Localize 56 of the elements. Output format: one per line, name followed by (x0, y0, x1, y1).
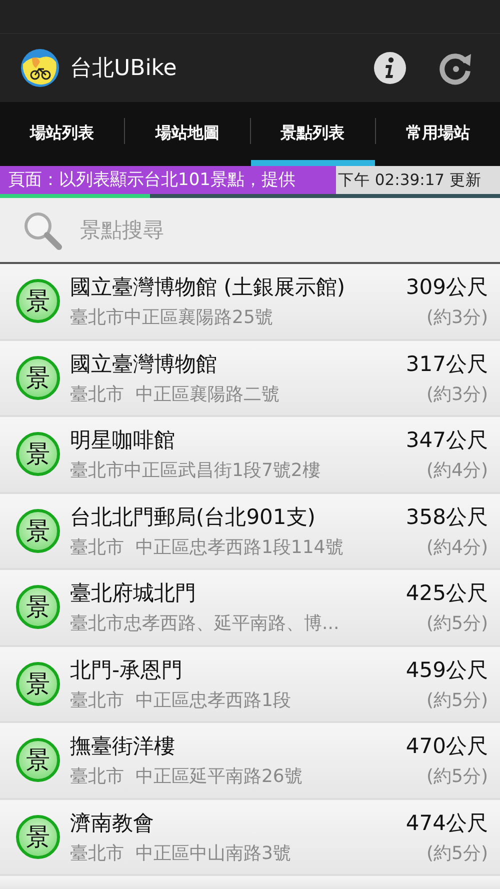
spot-name: 北門-承恩門 (70, 656, 184, 684)
spot-badge: 景 (16, 585, 60, 630)
info-icon (373, 51, 407, 85)
walk-time: (約3分) (426, 382, 488, 406)
walk-time: (約5分) (426, 688, 488, 712)
walk-time: (約5分) (426, 765, 488, 788)
spot-address: 臺北市中正區襄陽路25號 (70, 306, 274, 330)
spot-name: 台北北門郵局(台北901支) (70, 504, 316, 531)
spot-address: 臺北市 中正區中山南路3號 (70, 842, 292, 865)
spot-address: 臺北市 中正區忠孝西路1段 (70, 688, 292, 712)
spot-badge: 景 (16, 814, 60, 859)
walk-time: (約3分) (426, 306, 488, 330)
spot-row[interactable]: 景 台北北門郵局(台北901支) 358公尺 臺北市 中正區忠孝西路1段114號 (約4分) (0, 494, 500, 570)
spot-badge: 景 (16, 356, 60, 400)
spot-row[interactable]: 景 濟南教會 474公尺 臺北市 中正區中山南路3號 (約5分) (0, 800, 500, 876)
ticker-message: 頁面：以列表顯示台北101景點，提供 (0, 166, 336, 194)
app-title: 台北UBike (70, 55, 178, 83)
spot-name: 明星咖啡館 (70, 427, 176, 454)
search-icon (22, 210, 62, 250)
spot-distance: 425公尺 (406, 580, 488, 608)
spot-distance: 474公尺 (406, 810, 488, 837)
update-time: 下午 02:39:17 更新 (336, 166, 500, 194)
spot-address: 臺北市 中正區忠孝西路1段114號 (70, 536, 344, 559)
refresh-icon (439, 51, 473, 85)
spot-name: 國立臺灣博物館 (70, 350, 218, 378)
spot-distance: 317公尺 (406, 350, 488, 378)
walk-time: (約5分) (426, 842, 488, 865)
walk-time: (約4分) (426, 536, 488, 559)
spot-row[interactable]: 景 國立臺灣博物館 317公尺 臺北市 中正區襄陽路二號 (約3分) (0, 340, 500, 417)
spot-badge: 景 (16, 662, 60, 706)
spot-address: 臺北市中正區武昌街1段7號2樓 (70, 459, 322, 482)
spot-name: 臺北府城北門 (70, 580, 197, 608)
spot-name: 濟南教會 (70, 810, 155, 837)
spot-row[interactable]: 景 國立臺灣博物館 (土銀展示館) 309公尺 臺北市中正區襄陽路25號 (約3分) (0, 264, 500, 340)
spot-badge: 景 (16, 508, 60, 553)
walk-time: (約5分) (426, 612, 488, 636)
search-field[interactable]: 景點搜尋 (78, 217, 478, 243)
spot-distance: 309公尺 (406, 274, 488, 302)
spot-row[interactable]: 景 撫臺街洋樓 470公尺 臺北市 中正區延平南路26號 (約5分) (0, 723, 500, 800)
spot-address: 臺北市忠孝西路、延平南路、博... (70, 612, 340, 636)
spot-badge: 景 (16, 279, 60, 324)
spot-address: 臺北市 中正區延平南路26號 (70, 765, 304, 788)
spot-distance: 347公尺 (406, 427, 488, 454)
spot-row[interactable]: 景 明星咖啡館 347公尺 臺北市中正區武昌街1段7號2樓 (約4分) (0, 417, 500, 494)
spot-distance: 459公尺 (406, 656, 488, 684)
spot-badge: 景 (16, 738, 60, 782)
spot-badge: 景 (16, 432, 60, 476)
spot-distance: 470公尺 (406, 733, 488, 760)
spot-name: 撫臺街洋樓 (70, 733, 176, 760)
spot-distance: 358公尺 (406, 504, 488, 531)
walk-time: (約4分) (426, 459, 488, 482)
spot-row[interactable]: 景 臺北府城北門 425公尺 臺北市忠孝西路、延平南路、博... (約5分) (0, 570, 500, 646)
spot-row[interactable]: 景 北門-承恩門 459公尺 臺北市 中正區忠孝西路1段 (約5分) (0, 646, 500, 723)
bicycle-logo-icon (20, 48, 60, 88)
spot-address: 臺北市 中正區襄陽路二號 (70, 382, 280, 406)
spot-name: 國立臺灣博物館 (土銀展示館) (70, 274, 346, 302)
